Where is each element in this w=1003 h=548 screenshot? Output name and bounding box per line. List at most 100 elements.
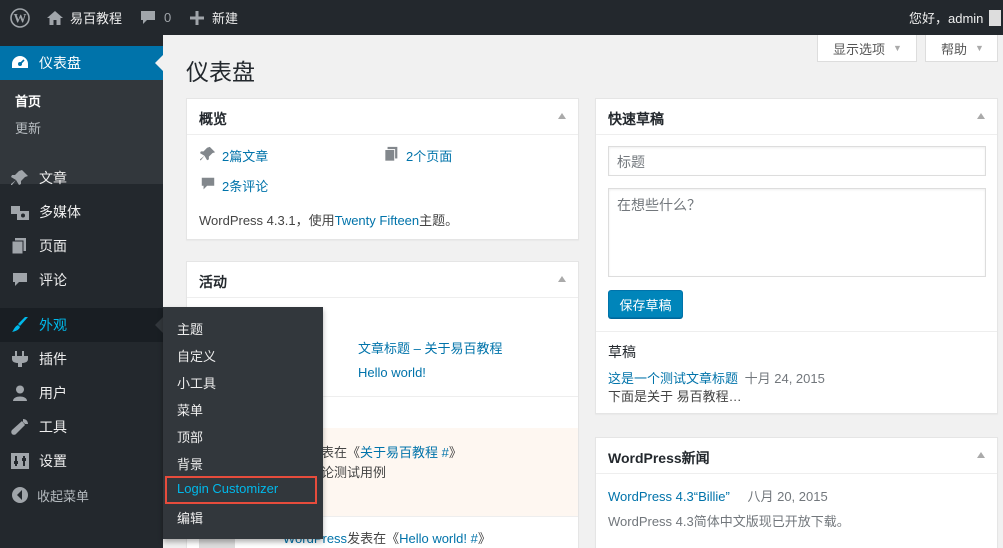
draft-excerpt: 下面是关于 易百教程… [608, 389, 742, 404]
avatar [989, 9, 1002, 26]
comment-count: 0 [164, 10, 172, 25]
widget-header[interactable]: 活动 [187, 262, 578, 298]
current-arrow [155, 55, 163, 71]
settings-sliders-icon [11, 453, 29, 469]
screen-options-label: 显示选项 [833, 41, 886, 57]
at-a-glance-widget: 概览 2篇文章 2个页面 2条评论 WordPress 4.3.1，使用Twen… [186, 98, 579, 240]
menu-appearance-label: 外观 [39, 317, 67, 333]
my-account-menu[interactable]: 您好，admin [909, 0, 1002, 35]
toggle-arrow-icon[interactable] [558, 113, 566, 119]
collapse-arrow-icon [11, 486, 29, 503]
new-content-button[interactable]: 新建 [190, 0, 238, 35]
help-label: 帮助 [941, 41, 968, 57]
toggle-arrow-icon[interactable] [977, 113, 985, 119]
flyout-editor[interactable]: 编辑 [177, 508, 203, 527]
pushpin-icon [200, 146, 222, 165]
comments-link[interactable]: 0 [140, 0, 171, 35]
submenu-home[interactable]: 首页 [15, 91, 41, 110]
appearance-flyout-submenu: 主题 自定义 小工具 菜单 顶部 背景 Login Customizer 编辑 [163, 307, 323, 539]
news-link[interactable]: WordPress 4.3“Billie” [608, 489, 730, 504]
menu-pages[interactable]: 页面 [0, 229, 163, 263]
menu-media-label: 多媒体 [39, 204, 81, 220]
comment-meta-text: 发表在《 [347, 531, 400, 546]
wordpress-news-widget: WordPress新闻 WordPress 4.3“Billie” 八月 20,… [595, 437, 998, 548]
drafts-heading: 草稿 [608, 344, 636, 360]
menu-posts[interactable]: 文章 [0, 161, 163, 195]
flyout-menus[interactable]: 菜单 [177, 400, 203, 419]
menu-plugins[interactable]: 插件 [0, 342, 163, 376]
version-suffix: 主题。 [419, 213, 459, 228]
glance-comments[interactable]: 2条评论 [200, 176, 268, 195]
widget-title: 活动 [199, 274, 227, 290]
theme-link[interactable]: Twenty Fifteen [335, 213, 420, 228]
page-title: 仪表盘 [186, 59, 255, 85]
comment-bubble-icon [140, 10, 156, 25]
recent-post-link[interactable]: 文章标题 – 关于易百教程 [358, 338, 502, 357]
menu-comments[interactable]: 评论 [0, 263, 163, 297]
collapse-menu-label: 收起菜单 [37, 488, 90, 504]
draft-content-textarea[interactable]: 在想些什么？ [608, 188, 986, 277]
plus-icon [190, 10, 204, 25]
menu-users[interactable]: 用户 [0, 376, 163, 410]
comment-post-link[interactable]: Hello world! # [399, 531, 478, 546]
draft-item: 这是一个测试文章标题 十月 24, 2015 [608, 368, 825, 387]
widget-header[interactable]: 概览 [187, 99, 578, 135]
flyout-themes[interactable]: 主题 [177, 319, 203, 338]
save-draft-button[interactable]: 保存草稿 [608, 290, 683, 318]
collapse-menu-button[interactable]: 收起菜单 [0, 478, 163, 512]
flyout-header[interactable]: 顶部 [177, 427, 203, 446]
help-button[interactable]: 帮助 ▼ [925, 35, 998, 62]
greeting: 您好，admin [909, 11, 984, 26]
news-item: WordPress 4.3“Billie” 八月 20, 2015 [608, 486, 828, 505]
pushpin-icon [11, 170, 29, 186]
highlight-box [165, 476, 317, 504]
divider [596, 331, 997, 332]
paintbrush-icon [11, 316, 29, 333]
draft-date: 十月 24, 2015 [744, 371, 825, 386]
glance-posts[interactable]: 2篇文章 [200, 146, 268, 165]
news-date: 八月 20, 2015 [747, 489, 828, 504]
menu-users-label: 用户 [39, 385, 67, 401]
comment-icon [200, 176, 222, 195]
recent-post-link[interactable]: Hello world! [358, 365, 426, 380]
flyout-background[interactable]: 背景 [177, 454, 203, 473]
widget-title: 概览 [199, 111, 227, 127]
comment-icon [11, 272, 29, 288]
toggle-arrow-icon[interactable] [977, 452, 985, 458]
menu-settings-label: 设置 [39, 453, 67, 469]
menu-appearance[interactable]: 外观 [0, 308, 163, 342]
menu-media[interactable]: 多媒体 [0, 195, 163, 229]
screen-options-button[interactable]: 显示选项 ▼ [817, 35, 917, 62]
draft-title-input[interactable]: 标题 [608, 146, 986, 176]
widget-header[interactable]: 快速草稿 [596, 99, 997, 135]
news-description: WordPress 4.3简体中文版现已开放下载。 [608, 514, 850, 529]
site-home-link[interactable]: 易百教程 [47, 0, 122, 35]
menu-tools[interactable]: 工具 [0, 410, 163, 444]
comment-meta-suffix: 》 [477, 531, 491, 546]
toggle-arrow-icon[interactable] [558, 276, 566, 282]
comments-count-link[interactable]: 2条评论 [222, 176, 268, 195]
user-icon [11, 385, 29, 401]
submenu-updates[interactable]: 更新 [15, 118, 41, 137]
menu-settings[interactable]: 设置 [0, 444, 163, 478]
wordpress-logo-icon[interactable]: W [10, 0, 30, 35]
pages-icon [384, 146, 406, 165]
draft-link[interactable]: 这是一个测试文章标题 [608, 371, 738, 386]
flyout-customize[interactable]: 自定义 [177, 346, 216, 365]
pages-count-link[interactable]: 2个页面 [406, 146, 452, 165]
menu-dashboard[interactable]: 仪表盘 [0, 46, 163, 80]
pages-icon [11, 238, 29, 255]
widget-title: WordPress新闻 [608, 450, 710, 466]
widget-header[interactable]: WordPress新闻 [596, 438, 997, 474]
menu-dashboard-label: 仪表盘 [39, 55, 81, 71]
widget-title: 快速草稿 [608, 111, 664, 127]
comment-post-link[interactable]: 关于易百教程 # [360, 445, 449, 460]
home-icon [47, 10, 63, 25]
menu-plugins-label: 插件 [39, 351, 67, 367]
posts-count-link[interactable]: 2篇文章 [222, 146, 268, 165]
dashboard-gauge-icon [11, 55, 29, 71]
plug-icon [11, 351, 29, 367]
flyout-widgets[interactable]: 小工具 [177, 373, 216, 392]
glance-pages[interactable]: 2个页面 [384, 146, 452, 165]
version-text: WordPress 4.3.1，使用 [199, 213, 335, 228]
